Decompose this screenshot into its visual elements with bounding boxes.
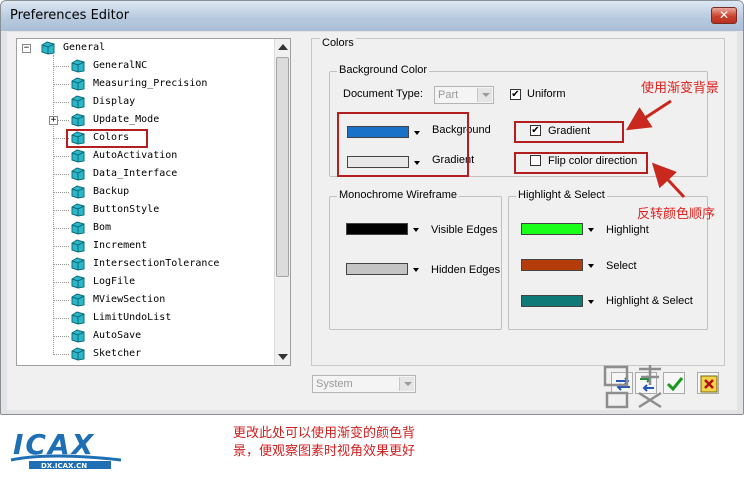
bottom-annotation: 更改此处可以使用渐变的颜色背 景，便观察图素时视角效果更好 xyxy=(233,425,415,461)
gradient-annotation-text: 使用渐变背景 xyxy=(641,81,720,96)
icax-logo-mark: ICAX DX.ICAX.CN xyxy=(10,428,122,470)
bottom-annotation-line2: 景，便观察图素时视角效果更好 xyxy=(233,444,416,459)
icax-logo-text: ICAX xyxy=(13,428,95,461)
flip-annotation-text: 反转颜色顺序 xyxy=(637,207,716,222)
flip-annotation-arrow xyxy=(651,162,686,199)
icax-logo: ICAX DX.ICAX.CN xyxy=(9,424,124,470)
preferences-editor-window: Preferences Editor ✕ − General GeneralNC Me… xyxy=(0,0,744,415)
bottom-annotation-line1: 更改此处可以使用渐变的颜色背 xyxy=(233,426,416,441)
gradient-annotation-arrow xyxy=(625,99,672,131)
watermark-logo xyxy=(603,365,662,409)
annotation-arrows xyxy=(625,99,686,199)
icax-logo-subtext: DX.ICAX.CN xyxy=(41,462,87,470)
